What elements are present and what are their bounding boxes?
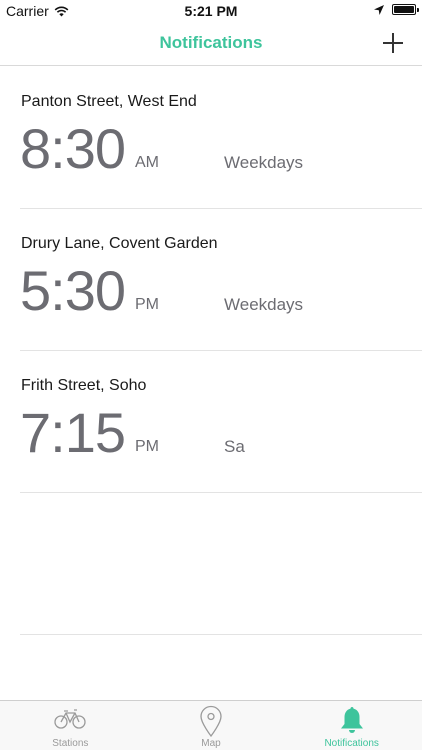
notification-row[interactable]: Drury Lane, Covent Garden 5:30 PM Weekda… bbox=[0, 209, 422, 351]
tab-stations[interactable]: Stations bbox=[0, 701, 141, 750]
station-name: Panton Street, West End bbox=[21, 93, 197, 110]
notification-time: 5:30 bbox=[20, 259, 126, 322]
notification-time: 8:30 bbox=[20, 117, 126, 180]
status-right-group bbox=[374, 4, 419, 15]
station-name: Drury Lane, Covent Garden bbox=[21, 235, 218, 252]
nav-bar: Notifications bbox=[0, 22, 422, 66]
row-divider bbox=[20, 634, 422, 635]
tab-bar: Stations Map Notifications bbox=[0, 700, 422, 750]
status-bar: Carrier 5:21 PM bbox=[0, 0, 422, 22]
tab-notifications[interactable]: Notifications bbox=[281, 701, 422, 750]
status-time: 5:21 PM bbox=[184, 3, 238, 19]
notification-time: 7:15 bbox=[20, 401, 126, 464]
notification-ampm: PM bbox=[135, 296, 159, 313]
notification-days: Weekdays bbox=[224, 295, 304, 314]
notification-ampm: AM bbox=[135, 154, 159, 171]
notification-days: Weekdays bbox=[224, 153, 304, 172]
bicycle-icon bbox=[54, 709, 86, 729]
map-pin-icon bbox=[200, 705, 222, 737]
battery-icon bbox=[392, 4, 419, 15]
notification-row[interactable]: Frith Street, Soho 7:15 PM Sa bbox=[0, 351, 422, 493]
station-name: Frith Street, Soho bbox=[21, 377, 147, 394]
bell-icon bbox=[340, 707, 363, 733]
notification-row[interactable]: Panton Street, West End 8:30 AM Weekdays bbox=[0, 67, 422, 209]
notification-days: Sa bbox=[224, 437, 245, 456]
add-notification-button[interactable] bbox=[380, 30, 406, 56]
tab-label: Notifications bbox=[324, 738, 379, 749]
notification-ampm: PM bbox=[135, 438, 159, 455]
page-title: Notifications bbox=[159, 33, 263, 52]
location-arrow-icon bbox=[374, 4, 384, 15]
empty-row bbox=[0, 493, 422, 635]
tab-label: Stations bbox=[52, 738, 89, 749]
tab-label: Map bbox=[201, 738, 221, 749]
plus-icon bbox=[383, 33, 403, 53]
notification-list: Panton Street, West End 8:30 AM Weekdays… bbox=[0, 67, 422, 635]
tab-map[interactable]: Map bbox=[141, 701, 282, 750]
